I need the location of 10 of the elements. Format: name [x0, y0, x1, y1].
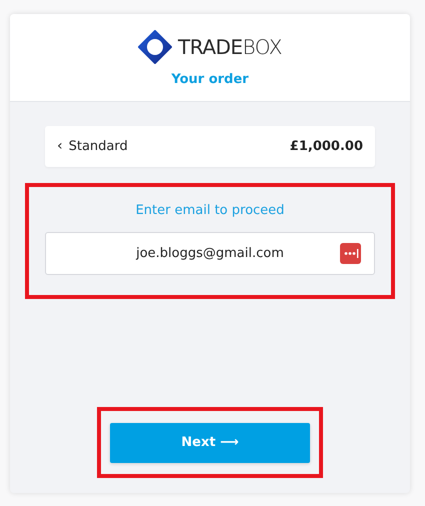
password-manager-icon[interactable]	[340, 242, 361, 264]
logo-text: TRADEBOX	[178, 34, 282, 61]
back-chevron[interactable]: ‹	[57, 136, 63, 157]
plan-name: Standard	[68, 138, 128, 156]
email-label: Enter email to proceed	[136, 202, 284, 220]
logo-icon	[138, 30, 172, 64]
order-summary[interactable]: ‹ Standard £1,000.00	[45, 126, 375, 167]
email-field[interactable]: joe.bloggs@gmail.com	[45, 232, 375, 274]
plan-price: £1,000.00	[290, 138, 363, 156]
page-title: Your order	[171, 71, 249, 89]
